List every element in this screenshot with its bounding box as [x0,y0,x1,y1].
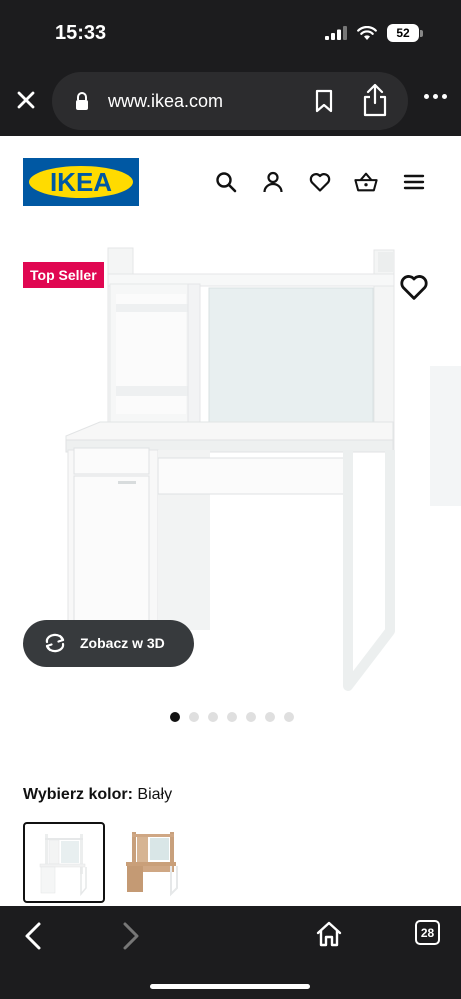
white-desk-thumbnail [39,834,87,897]
back-arrow-icon[interactable] [22,921,44,951]
gallery-dot[interactable] [265,712,275,722]
battery-tip [420,29,423,37]
share-icon[interactable] [362,83,388,117]
selected-color: Biały [137,786,173,803]
battery-indicator: 52 [387,24,423,42]
forward-arrow-icon[interactable] [120,921,142,951]
bookmark-icon[interactable] [314,89,334,113]
url-text: www.ikea.com [108,91,224,111]
add-to-favourites-icon[interactable] [398,271,430,303]
browser-toolbar: 28 [0,906,461,999]
top-seller-badge: Top Seller [23,262,104,288]
view-3d-label: Zobacz w 3D [80,635,165,651]
gallery-pagination[interactable] [170,712,294,722]
wifi-icon [357,25,377,40]
heart-icon[interactable] [308,170,332,194]
view-3d-button[interactable]: Zobacz w 3D [23,620,194,667]
browser-bar: www.ikea.com [0,64,461,136]
gallery-dot[interactable] [189,712,199,722]
close-icon[interactable] [14,88,38,112]
home-icon[interactable] [315,920,343,948]
gallery-dot[interactable] [284,712,294,722]
battery-level: 52 [387,24,419,42]
signal-icon [325,26,347,40]
menu-icon[interactable] [402,170,426,194]
color-selector-title: Wybierz kolor: [23,786,138,803]
rotate-3d-icon [45,633,65,653]
more-options-icon[interactable] [424,94,447,99]
search-icon[interactable] [214,170,238,194]
address-bar[interactable]: www.ikea.com [52,72,408,130]
ikea-logo[interactable]: IKEA [23,158,139,206]
lock-icon [76,92,88,110]
more-dot [442,94,447,99]
site-header: IKEA [0,136,461,236]
status-bar: 15:33 52 [0,0,461,64]
gallery-dot[interactable] [170,712,180,722]
color-option-white[interactable] [23,822,105,903]
basket-icon[interactable] [354,170,378,194]
status-icons: 52 [325,24,423,42]
color-selector-label: Wybierz kolor: Biały [23,786,172,804]
color-option-oak[interactable] [110,822,192,903]
user-icon[interactable] [261,170,285,194]
more-dot [424,94,429,99]
product-gallery[interactable]: Top Seller Zobacz w 3D [0,236,461,706]
status-time: 15:33 [55,22,107,44]
tabs-button[interactable]: 28 [415,920,440,945]
oak-desk-thumbnail [126,832,178,897]
logo-text: IKEA [49,167,113,197]
home-indicator[interactable] [150,984,310,989]
more-dot [433,94,438,99]
gallery-dot[interactable] [208,712,218,722]
gallery-dot[interactable] [227,712,237,722]
gallery-dot[interactable] [246,712,256,722]
